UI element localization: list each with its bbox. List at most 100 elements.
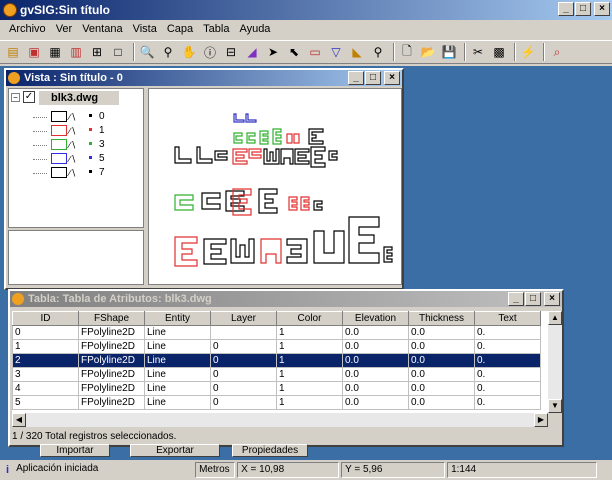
menu-ver[interactable]: Ver <box>51 23 78 35</box>
maximize-button[interactable]: □ <box>575 2 591 16</box>
table-cell[interactable]: 1 <box>276 367 343 382</box>
layer-icon[interactable]: ▣ <box>25 43 43 61</box>
table-cell[interactable]: 0.0 <box>342 325 409 340</box>
measure-icon[interactable]: ⊟ <box>222 43 240 61</box>
table-cell[interactable]: 0.0 <box>342 367 409 382</box>
sublayer-item[interactable]: ∕∖ 5 <box>33 153 143 166</box>
column-header[interactable]: Layer <box>210 311 277 326</box>
view-close-button[interactable]: × <box>384 71 400 85</box>
table-cell[interactable]: 1 <box>276 395 343 410</box>
add-layer-icon[interactable]: ▤ <box>4 43 22 61</box>
layers-icon[interactable]: ▦ <box>46 43 64 61</box>
sublayer-item[interactable]: ∕∖ 7 <box>33 167 143 180</box>
table-icon[interactable]: ▥ <box>67 43 85 61</box>
open-icon[interactable]: 📂 <box>419 43 437 61</box>
menu-vista[interactable]: Vista <box>128 23 162 35</box>
table-row[interactable]: 3 FPolyline2D Line 0 1 0.0 0.0 0. <box>12 367 541 382</box>
table-cell[interactable]: 0.0 <box>342 353 409 368</box>
table-cell[interactable]: FPolyline2D <box>78 325 145 340</box>
search-icon[interactable]: ⌕ <box>548 43 566 61</box>
select-icon[interactable]: ➤ <box>264 43 282 61</box>
menu-ventana[interactable]: Ventana <box>77 23 127 35</box>
horizontal-scrollbar[interactable]: ◀ ▶ <box>12 413 548 427</box>
table-cell[interactable]: FPolyline2D <box>78 353 145 368</box>
minimize-button[interactable]: _ <box>558 2 574 16</box>
table-row[interactable]: 2 FPolyline2D Line 0 1 0.0 0.0 0. <box>12 353 541 368</box>
options-icon[interactable]: ▩ <box>490 43 508 61</box>
sublayer-item[interactable]: ∕∖ 3 <box>33 139 143 152</box>
table-cell[interactable]: 0.0 <box>408 395 475 410</box>
table-cell[interactable]: 5 <box>12 395 79 410</box>
select-point-icon[interactable]: ⬉ <box>285 43 303 61</box>
table-cell[interactable]: 3 <box>12 367 79 382</box>
table-minimize-button[interactable]: _ <box>508 292 524 306</box>
table-close-button[interactable]: × <box>544 292 560 306</box>
menu-archivo[interactable]: Archivo <box>4 23 51 35</box>
layer-checkbox[interactable]: ✓ <box>23 91 35 103</box>
table-cell[interactable]: 0 <box>210 353 277 368</box>
table-cell[interactable]: FPolyline2D <box>78 339 145 354</box>
new-icon[interactable]: 🗋 <box>398 43 416 61</box>
table-cell[interactable]: 0 <box>210 395 277 410</box>
table-cell[interactable]: 0. <box>474 395 541 410</box>
locator-icon[interactable]: ⊞ <box>88 43 106 61</box>
import-button[interactable]: Importar <box>40 444 110 457</box>
zoom-in-icon[interactable]: 🔍 <box>138 43 156 61</box>
column-header[interactable]: Text <box>474 311 541 326</box>
table-cell[interactable]: 1 <box>276 381 343 396</box>
scroll-up-icon[interactable]: ▲ <box>548 311 562 325</box>
filter-icon[interactable]: ▽ <box>327 43 345 61</box>
info-icon[interactable]: ⓘ <box>201 43 219 61</box>
select-rect-icon[interactable]: ▭ <box>306 43 324 61</box>
table-cell[interactable]: 0. <box>474 339 541 354</box>
table-cell[interactable]: Line <box>144 339 211 354</box>
column-header[interactable]: ID <box>12 311 79 326</box>
vertical-scrollbar[interactable]: ▲ ▼ <box>548 311 562 413</box>
map-canvas[interactable] <box>148 88 402 285</box>
table-cell[interactable]: FPolyline2D <box>78 381 145 396</box>
save-icon[interactable]: 💾 <box>440 43 458 61</box>
table-cell[interactable]: 0. <box>474 325 541 340</box>
table-row[interactable]: 1 FPolyline2D Line 0 1 0.0 0.0 0. <box>12 339 541 354</box>
table-cell[interactable]: 1 <box>276 353 343 368</box>
table-cell[interactable]: 1 <box>276 339 343 354</box>
layer-name[interactable]: blk3.dwg <box>39 91 119 105</box>
plugin-icon[interactable]: ⚡ <box>519 43 537 61</box>
table-cell[interactable]: 0 <box>210 339 277 354</box>
pan-icon[interactable]: ✋ <box>180 43 198 61</box>
table-cell[interactable]: 4 <box>12 381 79 396</box>
table-cell[interactable]: 0. <box>474 381 541 396</box>
table-cell[interactable]: 1 <box>276 325 343 340</box>
table-cell[interactable]: 0.0 <box>408 367 475 382</box>
table-cell[interactable]: FPolyline2D <box>78 367 145 382</box>
column-header[interactable]: Thickness <box>408 311 475 326</box>
table-cell[interactable]: Line <box>144 381 211 396</box>
sublayer-item[interactable]: ∕∖ 0 <box>33 111 143 124</box>
close-button[interactable]: × <box>594 2 610 16</box>
properties-button[interactable]: Propiedades <box>232 444 308 457</box>
table-cell[interactable]: 0.0 <box>408 325 475 340</box>
table-cell[interactable]: 0 <box>12 325 79 340</box>
table-row[interactable]: 5 FPolyline2D Line 0 1 0.0 0.0 0. <box>12 395 541 410</box>
table-cell[interactable]: 0.0 <box>408 339 475 354</box>
column-header[interactable]: Elevation <box>342 311 409 326</box>
polygon-select-icon[interactable]: ◣ <box>348 43 366 61</box>
table-cell[interactable]: Line <box>144 325 211 340</box>
scroll-left-icon[interactable]: ◀ <box>12 413 26 427</box>
menu-capa[interactable]: Capa <box>162 23 198 35</box>
view-maximize-button[interactable]: □ <box>365 71 381 85</box>
column-header[interactable]: Color <box>276 311 343 326</box>
table-cell[interactable]: 0.0 <box>408 381 475 396</box>
sublayer-item[interactable]: ∕∖ 1 <box>33 125 143 138</box>
table-cell[interactable]: 0 <box>210 381 277 396</box>
table-cell[interactable]: Line <box>144 395 211 410</box>
table-cell[interactable]: Line <box>144 367 211 382</box>
column-header[interactable]: FShape <box>78 311 145 326</box>
frame-icon[interactable]: □ <box>109 43 127 61</box>
menu-tabla[interactable]: Tabla <box>198 23 234 35</box>
scroll-down-icon[interactable]: ▼ <box>548 399 562 413</box>
table-cell[interactable]: 1 <box>12 339 79 354</box>
table-cell[interactable]: 0 <box>210 367 277 382</box>
table-cell[interactable]: 0. <box>474 367 541 382</box>
view-minimize-button[interactable]: _ <box>348 71 364 85</box>
